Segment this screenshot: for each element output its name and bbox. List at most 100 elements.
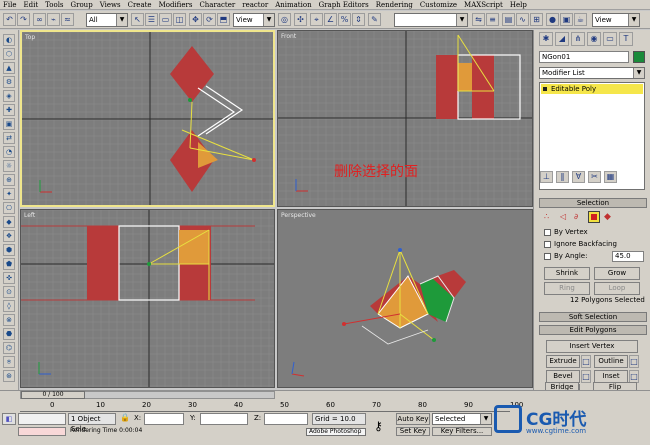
menu-item-edit[interactable]: Edit bbox=[23, 1, 38, 9]
by-angle-checkbox[interactable]: By Angle: bbox=[544, 252, 587, 260]
polygon-subobject-icon[interactable] bbox=[588, 211, 600, 223]
menu-item-customize[interactable]: Customize bbox=[420, 1, 457, 9]
snap-toggle-icon[interactable]: ⌖ bbox=[310, 13, 323, 26]
selection-filter-dropdown[interactable]: All ▼ bbox=[86, 13, 128, 27]
motion-tab-icon[interactable]: ◉ bbox=[587, 32, 601, 46]
bevel-settings-icon[interactable]: □ bbox=[581, 370, 591, 383]
time-slider-thumb[interactable]: 0 / 100 bbox=[21, 391, 85, 399]
y-coordinate-field[interactable] bbox=[200, 413, 248, 425]
shrink-button[interactable]: Shrink bbox=[544, 267, 590, 280]
select-rotate-icon[interactable]: ⟳ bbox=[203, 13, 216, 26]
menu-item-graph-editors[interactable]: Graph Editors bbox=[319, 1, 369, 9]
lock-selection-icon[interactable]: 🔒 bbox=[120, 413, 130, 422]
show-end-result-icon[interactable]: ‖ bbox=[556, 171, 569, 183]
left-toolbar-tool-3-icon[interactable]: ▲ bbox=[3, 62, 15, 74]
stack-item-editable-poly[interactable]: Editable Poly bbox=[541, 84, 643, 94]
curve-editor-icon[interactable]: ∿ bbox=[516, 13, 529, 26]
left-toolbar-tool-11-icon[interactable]: ⊕ bbox=[3, 174, 15, 186]
menu-item-group[interactable]: Group bbox=[71, 1, 93, 9]
left-toolbar-tool-22-icon[interactable]: ⬣ bbox=[3, 328, 15, 340]
left-toolbar-tool-13-icon[interactable]: ⎔ bbox=[3, 202, 15, 214]
insert-vertex-button[interactable]: Insert Vertex bbox=[546, 340, 638, 353]
named-selection-dropdown[interactable]: ▼ bbox=[394, 13, 468, 27]
taskbar-photoshop[interactable]: Adobe Photoshop bbox=[306, 428, 366, 436]
left-toolbar-tool-5-icon[interactable]: ◈ bbox=[3, 90, 15, 102]
left-toolbar-tool-21-icon[interactable]: ⊗ bbox=[3, 314, 15, 326]
extrude-button[interactable]: Extrude bbox=[546, 355, 580, 368]
angle-spinner[interactable]: 45.0 bbox=[612, 251, 644, 262]
left-toolbar-tool-23-icon[interactable]: ⌬ bbox=[3, 342, 15, 354]
outline-button[interactable]: Outline bbox=[594, 355, 628, 368]
left-toolbar-tool-25-icon[interactable]: ⊛ bbox=[3, 370, 15, 382]
menu-item-maxscript[interactable]: MAXScript bbox=[464, 1, 503, 9]
undo-icon[interactable]: ↶ bbox=[3, 13, 16, 26]
create-tab-icon[interactable]: ✱ bbox=[539, 32, 553, 46]
select-move-icon[interactable]: ✥ bbox=[189, 13, 202, 26]
material-editor-icon[interactable]: ● bbox=[546, 13, 559, 26]
render-scene-icon[interactable]: ▣ bbox=[560, 13, 573, 26]
make-unique-icon[interactable]: ∀ bbox=[572, 171, 585, 183]
menu-item-rendering[interactable]: Rendering bbox=[376, 1, 413, 9]
edit-polygons-rollout-header[interactable]: Edit Polygons bbox=[539, 325, 647, 335]
ring-button[interactable]: Ring bbox=[544, 282, 590, 295]
named-selection-icon[interactable]: ✎ bbox=[368, 13, 381, 26]
menu-item-help[interactable]: Help bbox=[510, 1, 527, 9]
set-key-button[interactable]: Set Key bbox=[396, 427, 430, 436]
border-subobject-icon[interactable]: ∂ bbox=[574, 212, 578, 221]
by-vertex-checkbox[interactable]: By Vertex bbox=[544, 228, 588, 236]
selection-rollout-header[interactable]: Selection bbox=[539, 198, 647, 208]
menu-item-tools[interactable]: Tools bbox=[45, 1, 63, 9]
select-manipulate-icon[interactable]: ✣ bbox=[294, 13, 307, 26]
hierarchy-tab-icon[interactable]: ⋔ bbox=[571, 32, 585, 46]
spinner-snap-icon[interactable]: ⇕ bbox=[352, 13, 365, 26]
select-scale-icon[interactable]: ⬒ bbox=[217, 13, 230, 26]
left-toolbar-tool-6-icon[interactable]: ✚ bbox=[3, 104, 15, 116]
edge-subobject-icon[interactable]: ◁ bbox=[560, 212, 566, 221]
viewport-front[interactable]: Front 删除选择的面 bbox=[277, 30, 533, 207]
menu-item-animation[interactable]: Animation bbox=[275, 1, 311, 9]
left-toolbar-tool-19-icon[interactable]: ⊙ bbox=[3, 286, 15, 298]
left-toolbar-tool-15-icon[interactable]: ❖ bbox=[3, 230, 15, 242]
align-icon[interactable]: ≡ bbox=[486, 13, 499, 26]
angle-snap-icon[interactable]: ∠ bbox=[324, 13, 337, 26]
maxscript-listener-icon[interactable]: ◧ bbox=[2, 413, 16, 425]
menu-item-create[interactable]: Create bbox=[128, 1, 152, 9]
window-crossing-icon[interactable]: ◫ bbox=[173, 13, 186, 26]
left-toolbar-tool-4-icon[interactable]: ⚙ bbox=[3, 76, 15, 88]
left-toolbar-tool-24-icon[interactable]: ⍟ bbox=[3, 356, 15, 368]
mirror-icon[interactable]: ⇋ bbox=[472, 13, 485, 26]
extrude-settings-icon[interactable]: □ bbox=[581, 355, 591, 368]
x-coordinate-field[interactable] bbox=[144, 413, 184, 425]
left-toolbar-tool-16-icon[interactable]: ⬢ bbox=[3, 244, 15, 256]
configure-modifier-sets-icon[interactable]: ▦ bbox=[604, 171, 617, 183]
schematic-view-icon[interactable]: ⊞ bbox=[530, 13, 543, 26]
left-toolbar-tool-8-icon[interactable]: ⇄ bbox=[3, 132, 15, 144]
menu-item-views[interactable]: Views bbox=[100, 1, 121, 9]
link-icon[interactable]: ∞ bbox=[33, 13, 46, 26]
select-region-icon[interactable]: ▭ bbox=[159, 13, 172, 26]
ignore-backfacing-checkbox[interactable]: Ignore Backfacing bbox=[544, 240, 617, 248]
layer-manager-icon[interactable]: ▤ bbox=[502, 13, 515, 26]
auto-key-button[interactable]: Auto Key bbox=[396, 413, 430, 425]
outline-settings-icon[interactable]: □ bbox=[629, 355, 639, 368]
time-slider[interactable]: 0 / 100 bbox=[20, 391, 275, 399]
select-by-name-icon[interactable]: ☰ bbox=[145, 13, 158, 26]
left-toolbar-tool-9-icon[interactable]: ◔ bbox=[3, 146, 15, 158]
left-toolbar-tool-1-icon[interactable]: ◐ bbox=[3, 34, 15, 46]
pin-stack-icon[interactable]: ⊥ bbox=[540, 171, 553, 183]
display-tab-icon[interactable]: ▭ bbox=[603, 32, 617, 46]
key-icon[interactable]: ⚷ bbox=[374, 419, 383, 433]
remove-modifier-icon[interactable]: ✂ bbox=[588, 171, 601, 183]
key-filters-button[interactable]: Key Filters... bbox=[432, 427, 492, 436]
maxscript-mini-listener[interactable] bbox=[18, 413, 66, 425]
left-toolbar-tool-20-icon[interactable]: ◊ bbox=[3, 300, 15, 312]
menu-item-character[interactable]: Character bbox=[199, 1, 235, 9]
viewport-perspective[interactable]: Perspective bbox=[277, 209, 533, 388]
timeline-track[interactable]: 0 10 20 30 40 50 60 70 80 90 100 bbox=[20, 401, 523, 412]
modifier-list-dropdown[interactable]: Modifier List ▼ bbox=[539, 67, 645, 79]
left-toolbar-tool-10-icon[interactable]: ☼ bbox=[3, 160, 15, 172]
left-toolbar-tool-2-icon[interactable]: ⬡ bbox=[3, 48, 15, 60]
select-object-icon[interactable]: ↖ bbox=[131, 13, 144, 26]
redo-icon[interactable]: ↷ bbox=[17, 13, 30, 26]
menu-item-reactor[interactable]: reactor bbox=[242, 1, 268, 9]
